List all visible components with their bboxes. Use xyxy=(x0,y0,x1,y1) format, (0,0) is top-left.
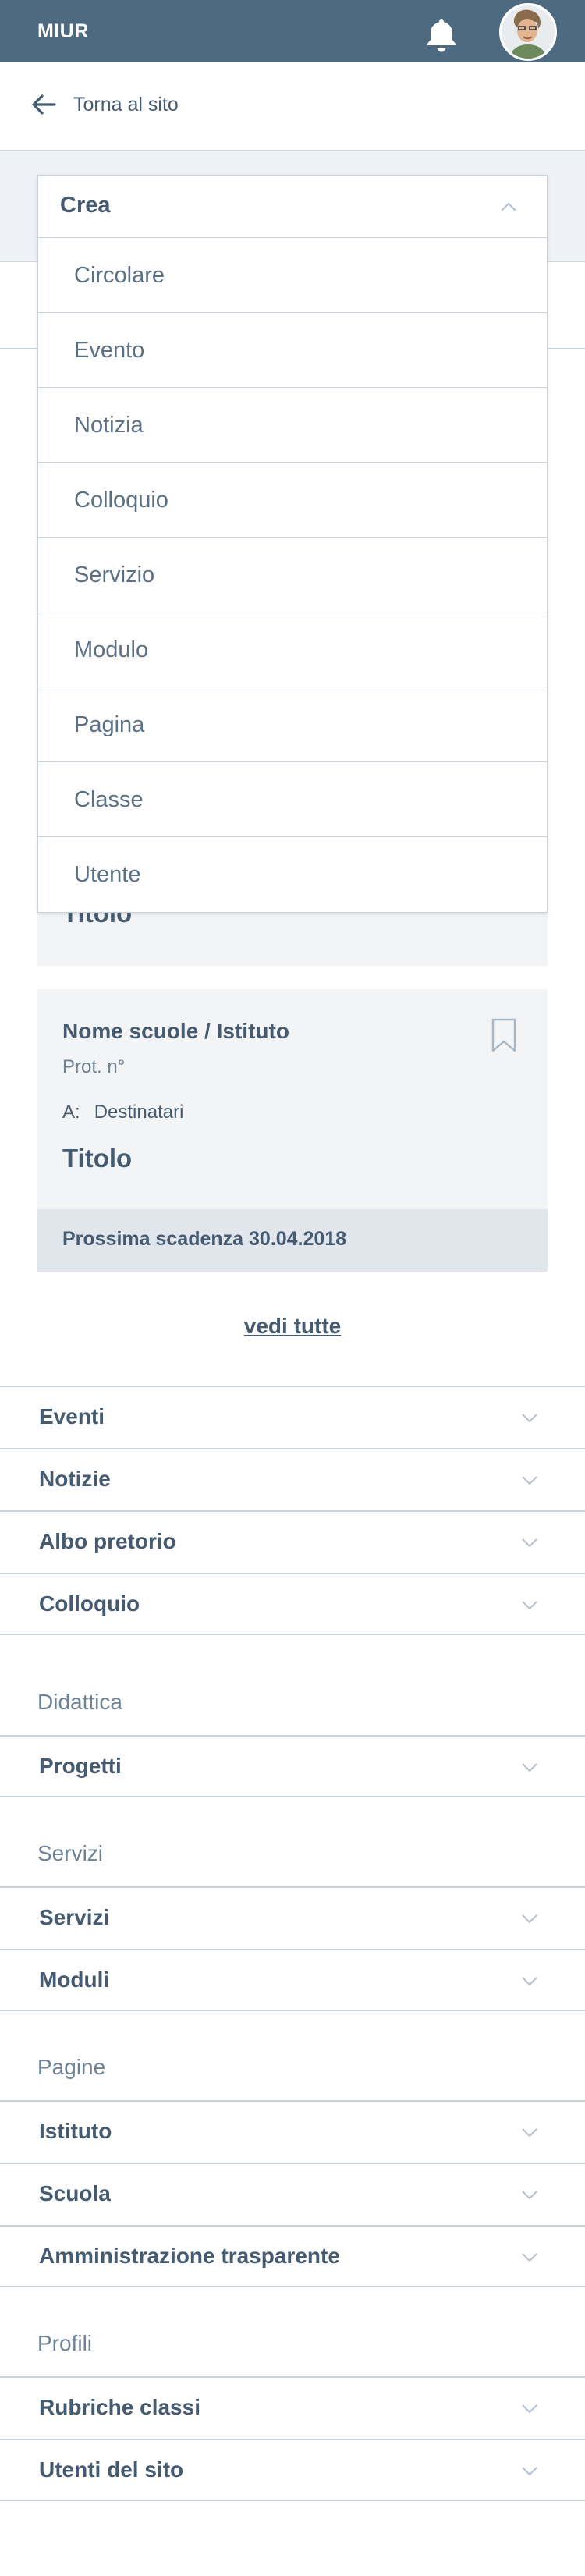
dropdown-option-evento[interactable]: Evento xyxy=(38,313,547,388)
chevron-down-icon xyxy=(522,1601,537,1610)
dropdown-option-notizia[interactable]: Notizia xyxy=(38,388,547,463)
section-title-servizi: Servizi xyxy=(37,1841,104,1865)
accordion-eventi[interactable]: Eventi xyxy=(0,1386,585,1448)
accordion-label: Servizi xyxy=(39,1905,110,1929)
dropdown-option-servizio[interactable]: Servizio xyxy=(38,538,547,612)
back-to-site-link[interactable]: Torna al sito xyxy=(28,87,179,122)
accordion-label: Progetti xyxy=(39,1754,122,1778)
accordion-label: Scuola xyxy=(39,2181,111,2205)
accordion-label: Albo pretorio xyxy=(39,1529,176,1553)
accordion-servizi[interactable]: Servizi xyxy=(0,1886,585,1949)
accordion-label: Moduli xyxy=(39,1967,110,1992)
option-label: Servizio xyxy=(74,562,155,587)
arrow-left-icon xyxy=(32,94,56,115)
brand-logo[interactable]: MIUR xyxy=(37,20,89,43)
accordion-notizie[interactable]: Notizie xyxy=(0,1448,585,1510)
accordion-label: Notizie xyxy=(39,1467,111,1491)
chevron-down-icon xyxy=(522,2253,537,2262)
create-dropdown: Crea Circolare Evento Notizia Colloquio … xyxy=(37,175,548,913)
avatar[interactable] xyxy=(499,3,557,61)
accordion-rubriche-classi[interactable]: Rubriche classi xyxy=(0,2376,585,2439)
section-title-profili: Profili xyxy=(37,2331,93,2355)
section-title-pagine: Pagine xyxy=(37,2055,106,2079)
option-label: Classe xyxy=(74,787,144,812)
accordion-colloquio[interactable]: Colloquio xyxy=(0,1573,585,1635)
dropdown-option-modulo[interactable]: Modulo xyxy=(38,612,547,687)
accordion-scuola[interactable]: Scuola xyxy=(0,2163,585,2225)
accordion-moduli[interactable]: Moduli xyxy=(0,1949,585,2011)
accordion-label: Amministrazione trasparente xyxy=(39,2244,340,2268)
school-name: Nome scuole / Istituto xyxy=(62,1019,289,1043)
bookmark-icon[interactable] xyxy=(490,1017,518,1053)
dropdown-option-pagina[interactable]: Pagina xyxy=(38,687,547,762)
option-label: Evento xyxy=(74,338,145,363)
accordion-utenti-del-sito[interactable]: Utenti del sito xyxy=(0,2439,585,2501)
section-title-didattica: Didattica xyxy=(37,1690,122,1714)
accordion-progetti[interactable]: Progetti xyxy=(0,1735,585,1797)
option-label: Modulo xyxy=(74,637,149,662)
dropdown-label: Crea xyxy=(60,193,111,218)
dropdown-option-circolare[interactable]: Circolare xyxy=(38,238,547,313)
accordion-label: Utenti del sito xyxy=(39,2457,184,2482)
bell-icon[interactable] xyxy=(421,16,462,53)
recipients-value: Destinatari xyxy=(94,1102,184,1123)
chevron-up-icon xyxy=(501,202,516,211)
protocol-number: Prot. n° xyxy=(62,1056,126,1077)
create-dropdown-toggle[interactable]: Crea xyxy=(38,176,547,238)
option-label: Colloquio xyxy=(74,488,168,513)
accordion-label: Istituto xyxy=(39,2119,112,2143)
chevron-down-icon xyxy=(522,2191,537,2200)
accordion-istituto[interactable]: Istituto xyxy=(0,2100,585,2163)
dropdown-option-utente[interactable]: Utente xyxy=(38,837,547,912)
accordion-label: Rubriche classi xyxy=(39,2395,200,2419)
accordion-amministrazione-trasparente[interactable]: Amministrazione trasparente xyxy=(0,2225,585,2287)
chevron-down-icon xyxy=(522,1914,537,1924)
option-label: Utente xyxy=(74,862,141,887)
accordion-label: Colloquio xyxy=(39,1591,140,1616)
accordion-albo-pretorio[interactable]: Albo pretorio xyxy=(0,1510,585,1573)
chevron-down-icon xyxy=(522,1763,537,1772)
deadline-bar: Prossima scadenza 30.04.2018 xyxy=(37,1209,548,1272)
chevron-down-icon xyxy=(522,1476,537,1485)
accordion-label: Eventi xyxy=(39,1404,105,1428)
option-label: Circolare xyxy=(74,263,165,288)
chevron-down-icon xyxy=(522,2404,537,2414)
recipients: A: Destinatari xyxy=(62,1102,183,1123)
chevron-down-icon xyxy=(522,1538,537,1548)
dropdown-option-classe[interactable]: Classe xyxy=(38,762,547,837)
card-title: Titolo xyxy=(62,1144,133,1173)
chevron-down-icon xyxy=(522,2128,537,2138)
option-label: Pagina xyxy=(74,712,145,737)
recipients-prefix: A: xyxy=(62,1102,80,1123)
chevron-down-icon xyxy=(522,1414,537,1423)
deadline-text: Prossima scadenza 30.04.2018 xyxy=(62,1228,347,1250)
chevron-down-icon xyxy=(522,2467,537,2476)
option-label: Notizia xyxy=(74,413,144,438)
see-all-link[interactable]: vedi tutte xyxy=(0,1314,585,1339)
top-bar: MIUR xyxy=(0,0,585,62)
dropdown-option-colloquio[interactable]: Colloquio xyxy=(38,463,547,538)
back-link-label: Torna al sito xyxy=(73,93,179,115)
circular-card[interactable]: Nome scuole / Istituto Prot. n° A: Destin… xyxy=(37,989,548,1272)
chevron-down-icon xyxy=(522,1977,537,1986)
